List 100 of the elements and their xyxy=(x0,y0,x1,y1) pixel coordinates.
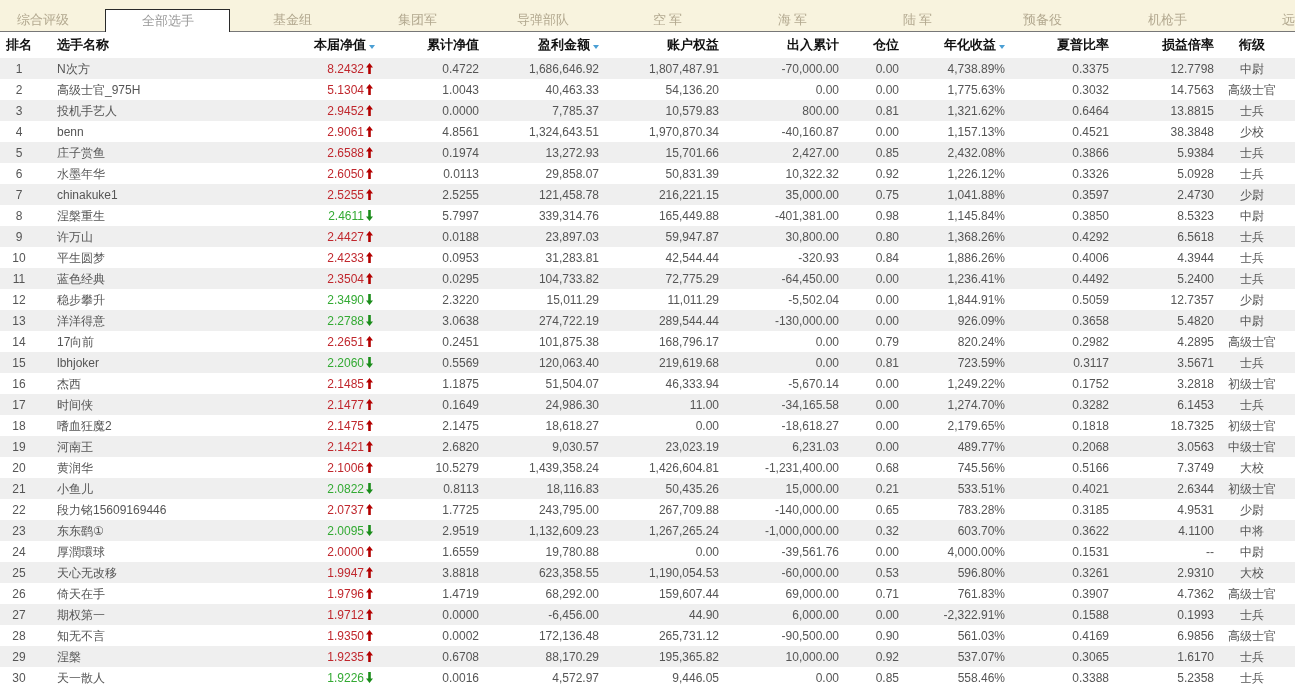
position-cell: 0.65 xyxy=(875,502,899,517)
account-equity-cell: 267,709.88 xyxy=(658,502,719,517)
player-name-cell: 期权第一 xyxy=(57,607,105,622)
sort-icon[interactable] xyxy=(999,44,1005,49)
column-header: 累计净值 xyxy=(427,37,479,53)
tab[interactable]: 机枪手 xyxy=(1148,12,1187,28)
account-equity-cell: 216,221.15 xyxy=(658,187,719,202)
net-deposits-cell: -5,670.14 xyxy=(788,376,839,391)
profit-cell: 40,463.33 xyxy=(545,82,599,97)
tab[interactable]: 预备役 xyxy=(1023,12,1062,28)
cumulative-net-value-cell: 5.7997 xyxy=(442,208,479,223)
annual-return-cell: 558.46% xyxy=(957,670,1005,685)
sort-icon[interactable] xyxy=(369,44,375,49)
cumulative-net-value-cell: 10.5279 xyxy=(435,460,479,475)
account-equity-cell: 11,011.29 xyxy=(667,292,719,307)
profit-cell: 7,785.37 xyxy=(552,103,599,118)
tab[interactable]: 基金组 xyxy=(273,12,312,28)
profit-loss-ratio-cell: 4.2895 xyxy=(1177,334,1214,349)
tab[interactable]: 集团军 xyxy=(398,12,437,28)
military-rank-cell: 士兵 xyxy=(1240,649,1264,664)
military-rank-cell: 中尉 xyxy=(1240,208,1264,223)
column-header: 夏普比率 xyxy=(1057,37,1109,53)
rank-cell: 15 xyxy=(12,355,26,370)
cumulative-net-value-cell: 0.0016 xyxy=(442,670,479,685)
rank-cell: 14 xyxy=(12,334,26,349)
cumulative-net-value-cell: 3.8818 xyxy=(442,565,479,580)
annual-return-cell: 926.09% xyxy=(957,313,1005,328)
column-header: 年化收益 xyxy=(944,37,996,53)
sharpe-ratio-cell: 0.3282 xyxy=(1072,397,1109,412)
net-value-cell: 2.0737 xyxy=(327,502,364,517)
profit-loss-ratio-cell: 5.4820 xyxy=(1177,313,1214,328)
annual-return-cell: 537.07% xyxy=(957,649,1005,664)
annual-return-cell: 1,775.63% xyxy=(947,82,1005,97)
annual-return-cell: 2,432.08% xyxy=(947,145,1005,160)
cumulative-net-value-cell: 1.0043 xyxy=(442,82,479,97)
rank-cell: 3 xyxy=(15,103,23,118)
account-equity-cell: 42,544.44 xyxy=(665,250,719,265)
annual-return-cell: 820.24% xyxy=(957,334,1005,349)
rank-cell: 5 xyxy=(15,145,23,160)
net-deposits-cell: -5,502.04 xyxy=(788,292,839,307)
sharpe-ratio-cell: 0.3866 xyxy=(1072,145,1109,160)
tab[interactable]: 全部选手 xyxy=(105,9,230,32)
player-name-cell: 平生圆梦 xyxy=(57,250,105,265)
net-deposits-cell: -401,381.00 xyxy=(774,208,839,223)
column-header: 账户权益 xyxy=(667,37,719,53)
tab[interactable]: 海 军 xyxy=(777,12,808,28)
profit-cell: 18,116.83 xyxy=(546,481,599,496)
sharpe-ratio-cell: 0.3261 xyxy=(1072,565,1109,580)
net-value-cell: 2.1421 xyxy=(327,439,364,454)
sharpe-ratio-cell: 0.4292 xyxy=(1072,229,1109,244)
annual-return-cell: 745.56% xyxy=(957,460,1005,475)
profit-loss-ratio-cell: 2.6344 xyxy=(1177,481,1214,496)
position-cell: 0.00 xyxy=(875,376,899,391)
position-cell: 0.00 xyxy=(875,439,899,454)
profit-cell: 68,292.00 xyxy=(545,586,599,601)
tab[interactable]: 导弹部队 xyxy=(516,12,569,28)
profit-loss-ratio-cell: 3.2818 xyxy=(1177,376,1214,391)
sharpe-ratio-cell: 0.2068 xyxy=(1072,439,1109,454)
net-deposits-cell: -60,000.00 xyxy=(781,565,839,580)
tab[interactable]: 陆 军 xyxy=(902,12,933,28)
cumulative-net-value-cell: 2.3220 xyxy=(442,292,479,307)
tab[interactable]: 综合评级 xyxy=(16,12,69,28)
profit-loss-ratio-cell: 8.5323 xyxy=(1177,208,1214,223)
net-value-cell: 2.1485 xyxy=(327,376,364,391)
rank-cell: 29 xyxy=(12,649,26,664)
annual-return-cell: 1,236.41% xyxy=(947,271,1005,286)
sharpe-ratio-cell: 0.1588 xyxy=(1072,607,1109,622)
net-value-cell: 1.9226 xyxy=(327,670,364,685)
account-equity-cell: 289,544.44 xyxy=(658,313,719,328)
profit-loss-ratio-cell: 12.7357 xyxy=(1170,292,1214,307)
net-deposits-cell: 15,000.00 xyxy=(785,481,839,496)
sharpe-ratio-cell: 0.4006 xyxy=(1072,250,1109,265)
cumulative-net-value-cell: 4.8561 xyxy=(442,124,479,139)
profit-loss-ratio-cell: 14.7563 xyxy=(1170,82,1214,97)
account-equity-cell: 1,807,487.91 xyxy=(648,61,719,76)
tab[interactable]: 空 军 xyxy=(652,12,683,28)
net-deposits-cell: 0.00 xyxy=(815,355,839,370)
annual-return-cell: 1,249.22% xyxy=(947,376,1005,391)
net-deposits-cell: 30,800.00 xyxy=(785,229,839,244)
annual-return-cell: 1,368.26% xyxy=(947,229,1005,244)
profit-cell: 120,063.40 xyxy=(538,355,599,370)
profit-cell: 18,618.27 xyxy=(545,418,599,433)
sort-icon[interactable] xyxy=(593,44,599,49)
military-rank-cell: 高级士官 xyxy=(1228,334,1276,349)
military-rank-cell: 士兵 xyxy=(1240,670,1264,685)
player-name-cell: 洋洋得意 xyxy=(57,313,105,328)
profit-loss-ratio-cell: 4.7362 xyxy=(1177,586,1214,601)
military-rank-cell: 初级士官 xyxy=(1228,481,1276,496)
rank-cell: 4 xyxy=(15,124,23,139)
position-cell: 0.21 xyxy=(875,481,899,496)
rank-cell: 19 xyxy=(12,439,26,454)
rank-cell: 23 xyxy=(12,523,26,538)
cumulative-net-value-cell: 0.0113 xyxy=(443,166,479,181)
net-value-cell: 2.4427 xyxy=(327,229,364,244)
annual-return-cell: 2,179.65% xyxy=(947,418,1005,433)
net-value-cell: 1.9947 xyxy=(327,565,364,580)
annual-return-cell: 1,844.91% xyxy=(947,292,1005,307)
tab[interactable]: 远 xyxy=(1282,12,1295,28)
position-cell: 0.00 xyxy=(875,124,899,139)
net-value-cell: 2.4233 xyxy=(327,250,364,265)
